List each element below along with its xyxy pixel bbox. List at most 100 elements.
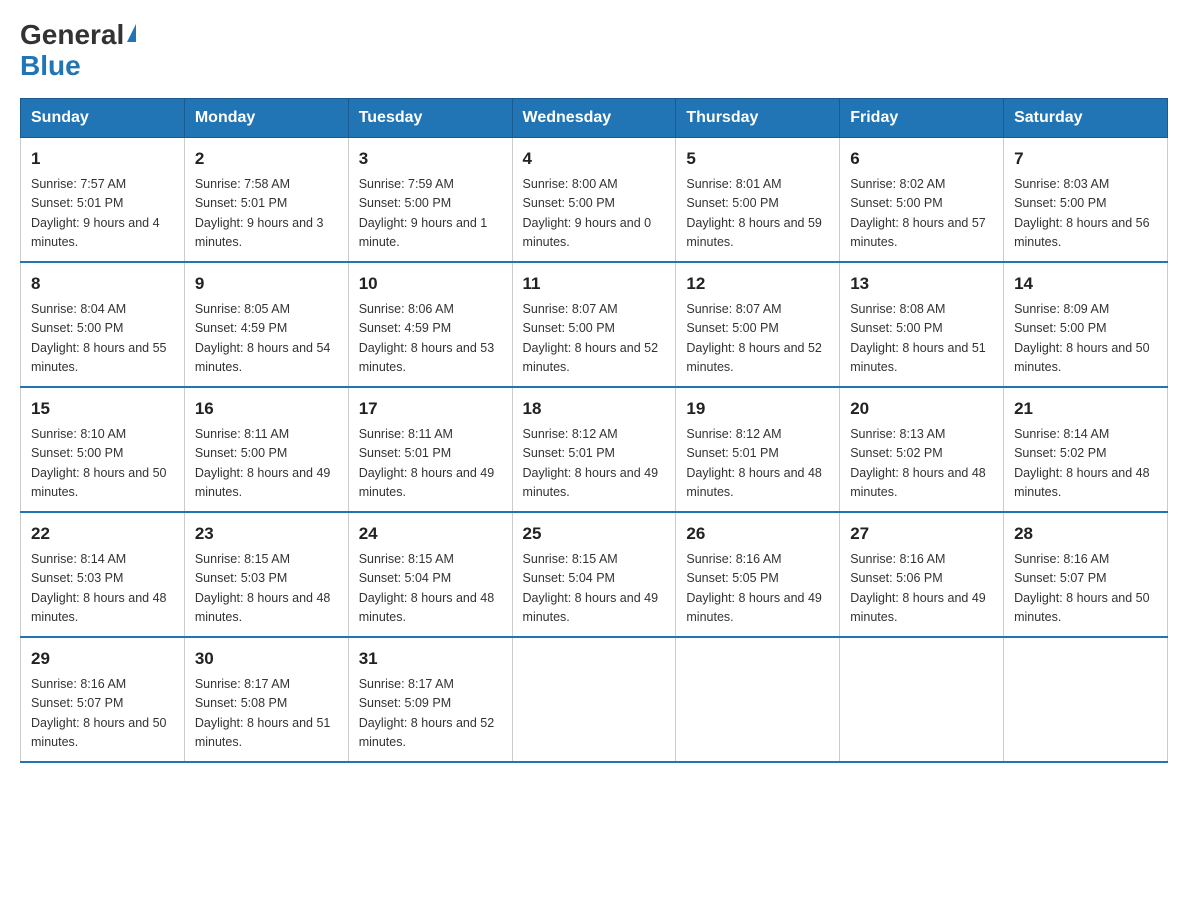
logo-arrow-icon [127, 24, 136, 42]
calendar-cell: 8 Sunrise: 8:04 AMSunset: 5:00 PMDaylight… [21, 262, 185, 387]
calendar-cell: 12Sunrise: 8:07 AMSunset: 5:00 PMDayligh… [676, 262, 840, 387]
day-info: Sunrise: 8:11 AMSunset: 5:00 PMDaylight:… [195, 425, 338, 503]
calendar-cell: 22 Sunrise: 8:14 AMSunset: 5:03 PMDayligh… [21, 512, 185, 637]
calendar-cell: 10 Sunrise: 8:06 AMSunset: 4:59 PMDayligh… [348, 262, 512, 387]
calendar-cell: 4 Sunrise: 8:00 AMSunset: 5:00 PMDaylight… [512, 137, 676, 262]
weekday-header-sunday: Sunday [21, 98, 185, 137]
calendar-cell: 26 Sunrise: 8:16 AMSunset: 5:05 PMDayligh… [676, 512, 840, 637]
calendar-cell: 30 Sunrise: 8:17 AMSunset: 5:08 PMDayligh… [184, 637, 348, 762]
day-number: 22 [31, 521, 174, 547]
day-info: Sunrise: 8:16 AMSunset: 5:07 PMDaylight:… [31, 675, 174, 753]
calendar-cell [512, 637, 676, 762]
calendar-cell: 6 Sunrise: 8:02 AMSunset: 5:00 PMDaylight… [840, 137, 1004, 262]
day-info: Sunrise: 7:57 AMSunset: 5:01 PMDaylight:… [31, 175, 174, 253]
calendar-cell: 25 Sunrise: 8:15 AMSunset: 5:04 PMDayligh… [512, 512, 676, 637]
day-number: 4 [523, 146, 666, 172]
day-number: 21 [1014, 396, 1157, 422]
day-info: Sunrise: 8:16 AMSunset: 5:05 PMDaylight:… [686, 550, 829, 628]
calendar-cell: 21 Sunrise: 8:14 AMSunset: 5:02 PMDayligh… [1004, 387, 1168, 512]
day-number: 18 [523, 396, 666, 422]
day-number: 27 [850, 521, 993, 547]
day-number: 2 [195, 146, 338, 172]
day-number: 9 [195, 271, 338, 297]
day-number: 30 [195, 646, 338, 672]
calendar-cell: 7Sunrise: 8:03 AMSunset: 5:00 PMDaylight… [1004, 137, 1168, 262]
day-info: Sunrise: 8:09 AMSunset: 5:00 PMDaylight:… [1014, 300, 1157, 378]
logo-blue-text: Blue [20, 51, 81, 82]
weekday-header-monday: Monday [184, 98, 348, 137]
day-info: Sunrise: 8:06 AMSunset: 4:59 PMDaylight:… [359, 300, 502, 378]
day-info: Sunrise: 8:04 AMSunset: 5:00 PMDaylight:… [31, 300, 174, 378]
weekday-header-friday: Friday [840, 98, 1004, 137]
calendar-cell: 9 Sunrise: 8:05 AMSunset: 4:59 PMDaylight… [184, 262, 348, 387]
day-info: Sunrise: 8:14 AMSunset: 5:02 PMDaylight:… [1014, 425, 1157, 503]
calendar-cell: 2Sunrise: 7:58 AMSunset: 5:01 PMDaylight… [184, 137, 348, 262]
day-number: 20 [850, 396, 993, 422]
day-info: Sunrise: 8:08 AMSunset: 5:00 PMDaylight:… [850, 300, 993, 378]
day-info: Sunrise: 8:12 AMSunset: 5:01 PMDaylight:… [523, 425, 666, 503]
day-info: Sunrise: 8:11 AMSunset: 5:01 PMDaylight:… [359, 425, 502, 503]
day-number: 25 [523, 521, 666, 547]
day-info: Sunrise: 8:14 AMSunset: 5:03 PMDaylight:… [31, 550, 174, 628]
header: General Blue [20, 20, 1168, 82]
day-info: Sunrise: 8:12 AMSunset: 5:01 PMDaylight:… [686, 425, 829, 503]
day-number: 24 [359, 521, 502, 547]
weekday-header-tuesday: Tuesday [348, 98, 512, 137]
day-info: Sunrise: 7:59 AMSunset: 5:00 PMDaylight:… [359, 175, 502, 253]
calendar-cell: 15Sunrise: 8:10 AMSunset: 5:00 PMDayligh… [21, 387, 185, 512]
day-info: Sunrise: 8:17 AMSunset: 5:08 PMDaylight:… [195, 675, 338, 753]
calendar-week-row: 15Sunrise: 8:10 AMSunset: 5:00 PMDayligh… [21, 387, 1168, 512]
calendar-week-row: 29 Sunrise: 8:16 AMSunset: 5:07 PMDayligh… [21, 637, 1168, 762]
day-number: 13 [850, 271, 993, 297]
calendar-cell: 11 Sunrise: 8:07 AMSunset: 5:00 PMDayligh… [512, 262, 676, 387]
day-info: Sunrise: 8:13 AMSunset: 5:02 PMDaylight:… [850, 425, 993, 503]
day-info: Sunrise: 8:15 AMSunset: 5:04 PMDaylight:… [359, 550, 502, 628]
day-info: Sunrise: 8:03 AMSunset: 5:00 PMDaylight:… [1014, 175, 1157, 253]
day-number: 10 [359, 271, 502, 297]
logo-general-text: General [20, 20, 124, 51]
weekday-header-saturday: Saturday [1004, 98, 1168, 137]
weekday-header-thursday: Thursday [676, 98, 840, 137]
day-number: 11 [523, 271, 666, 297]
day-info: Sunrise: 8:15 AMSunset: 5:03 PMDaylight:… [195, 550, 338, 628]
calendar-cell: 18 Sunrise: 8:12 AMSunset: 5:01 PMDayligh… [512, 387, 676, 512]
day-info: Sunrise: 8:02 AMSunset: 5:00 PMDaylight:… [850, 175, 993, 253]
calendar-cell: 29 Sunrise: 8:16 AMSunset: 5:07 PMDayligh… [21, 637, 185, 762]
logo: General Blue [20, 20, 136, 82]
day-info: Sunrise: 8:05 AMSunset: 4:59 PMDaylight:… [195, 300, 338, 378]
calendar-cell: 28 Sunrise: 8:16 AMSunset: 5:07 PMDayligh… [1004, 512, 1168, 637]
calendar-cell: 27 Sunrise: 8:16 AMSunset: 5:06 PMDayligh… [840, 512, 1004, 637]
day-number: 3 [359, 146, 502, 172]
day-number: 23 [195, 521, 338, 547]
calendar-cell: 17Sunrise: 8:11 AMSunset: 5:01 PMDayligh… [348, 387, 512, 512]
calendar-cell: 31Sunrise: 8:17 AMSunset: 5:09 PMDayligh… [348, 637, 512, 762]
day-info: Sunrise: 8:00 AMSunset: 5:00 PMDaylight:… [523, 175, 666, 253]
calendar-cell: 13 Sunrise: 8:08 AMSunset: 5:00 PMDayligh… [840, 262, 1004, 387]
day-info: Sunrise: 8:10 AMSunset: 5:00 PMDaylight:… [31, 425, 174, 503]
weekday-header-wednesday: Wednesday [512, 98, 676, 137]
day-number: 29 [31, 646, 174, 672]
day-number: 6 [850, 146, 993, 172]
calendar-cell [1004, 637, 1168, 762]
day-number: 8 [31, 271, 174, 297]
calendar-header-row: SundayMondayTuesdayWednesdayThursdayFrid… [21, 98, 1168, 137]
calendar-cell: 24 Sunrise: 8:15 AMSunset: 5:04 PMDayligh… [348, 512, 512, 637]
day-info: Sunrise: 8:16 AMSunset: 5:07 PMDaylight:… [1014, 550, 1157, 628]
day-number: 16 [195, 396, 338, 422]
day-number: 28 [1014, 521, 1157, 547]
day-info: Sunrise: 8:15 AMSunset: 5:04 PMDaylight:… [523, 550, 666, 628]
calendar-week-row: 22 Sunrise: 8:14 AMSunset: 5:03 PMDayligh… [21, 512, 1168, 637]
day-number: 14 [1014, 271, 1157, 297]
calendar-cell: 20 Sunrise: 8:13 AMSunset: 5:02 PMDayligh… [840, 387, 1004, 512]
calendar-cell: 16 Sunrise: 8:11 AMSunset: 5:00 PMDayligh… [184, 387, 348, 512]
day-info: Sunrise: 8:16 AMSunset: 5:06 PMDaylight:… [850, 550, 993, 628]
day-number: 26 [686, 521, 829, 547]
calendar-cell: 14 Sunrise: 8:09 AMSunset: 5:00 PMDayligh… [1004, 262, 1168, 387]
calendar-week-row: 8 Sunrise: 8:04 AMSunset: 5:00 PMDaylight… [21, 262, 1168, 387]
day-number: 1 [31, 146, 174, 172]
day-info: Sunrise: 8:01 AMSunset: 5:00 PMDaylight:… [686, 175, 829, 253]
day-info: Sunrise: 8:07 AMSunset: 5:00 PMDaylight:… [523, 300, 666, 378]
calendar-cell: 3 Sunrise: 7:59 AMSunset: 5:00 PMDaylight… [348, 137, 512, 262]
calendar-cell [676, 637, 840, 762]
calendar-cell: 1 Sunrise: 7:57 AMSunset: 5:01 PMDaylight… [21, 137, 185, 262]
